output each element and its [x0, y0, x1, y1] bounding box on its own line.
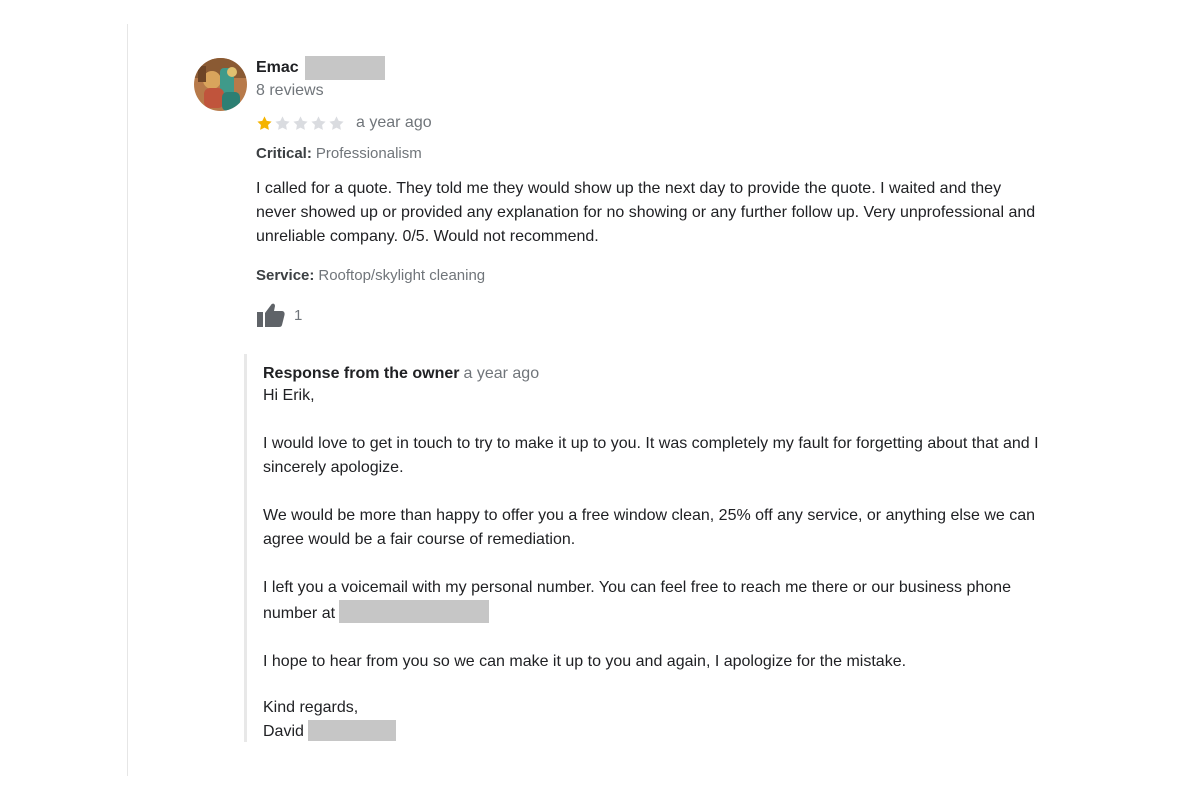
star-icon: [293, 115, 308, 130]
review-attribute-critical: Critical: Professionalism: [256, 144, 422, 164]
star-icon: [329, 115, 344, 130]
review-time: a year ago: [356, 114, 432, 131]
owner-response-paragraph: I left you a voicemail with my personal …: [263, 576, 1043, 626]
owner-response-paragraph: I hope to hear from you so we can make i…: [263, 653, 907, 670]
service-value: Rooftop/skylight cleaning: [318, 267, 486, 284]
owner-response-label: Response from the owner: [263, 365, 460, 382]
critical-value: Professionalism: [315, 145, 422, 162]
redacted-surname: [304, 56, 385, 80]
thumbs-up-icon[interactable]: [256, 302, 286, 328]
star-icon: [275, 115, 290, 130]
star-rating: [256, 115, 346, 132]
owner-response-signature: David: [263, 723, 304, 740]
rating-row: a year ago: [256, 112, 432, 134]
owner-response-greeting: Hi Erik,: [263, 387, 315, 404]
redacted-phone-number: [339, 600, 490, 623]
owner-response-paragraph: I would love to get in touch to try to m…: [263, 435, 1039, 476]
reviewer-name[interactable]: Emac: [256, 59, 299, 77]
owner-response-signature-line: David: [263, 720, 1043, 744]
owner-response: Response from the owner a year ago Hi Eri…: [244, 354, 1047, 742]
reviewer-header: Emac 8 reviews: [256, 56, 385, 102]
star-icon: [257, 115, 272, 130]
owner-response-header: Response from the owner a year ago: [263, 364, 1043, 384]
review-text: I called for a quote. They told me they …: [256, 180, 1036, 245]
reviewer-review-count[interactable]: 8 reviews: [256, 80, 385, 102]
redacted-signature-surname: [307, 720, 396, 741]
like-count: 1: [294, 306, 303, 324]
owner-response-closing: Kind regards,: [263, 699, 359, 716]
star-icon: [311, 115, 326, 130]
like-button[interactable]: 1: [256, 302, 302, 328]
service-label: Service:: [256, 267, 315, 284]
owner-response-time: a year ago: [463, 365, 540, 382]
review-attribute-service: Service: Rooftop/skylight cleaning: [256, 266, 485, 286]
avatar[interactable]: [194, 58, 247, 111]
owner-response-paragraph: We would be more than happy to offer you…: [263, 507, 1036, 548]
star-shape: [257, 115, 272, 130]
divider: [127, 24, 128, 776]
critical-label: Critical:: [256, 145, 312, 162]
review-page: Emac 8 reviews a year ago Critical: Profe…: [0, 0, 1200, 800]
